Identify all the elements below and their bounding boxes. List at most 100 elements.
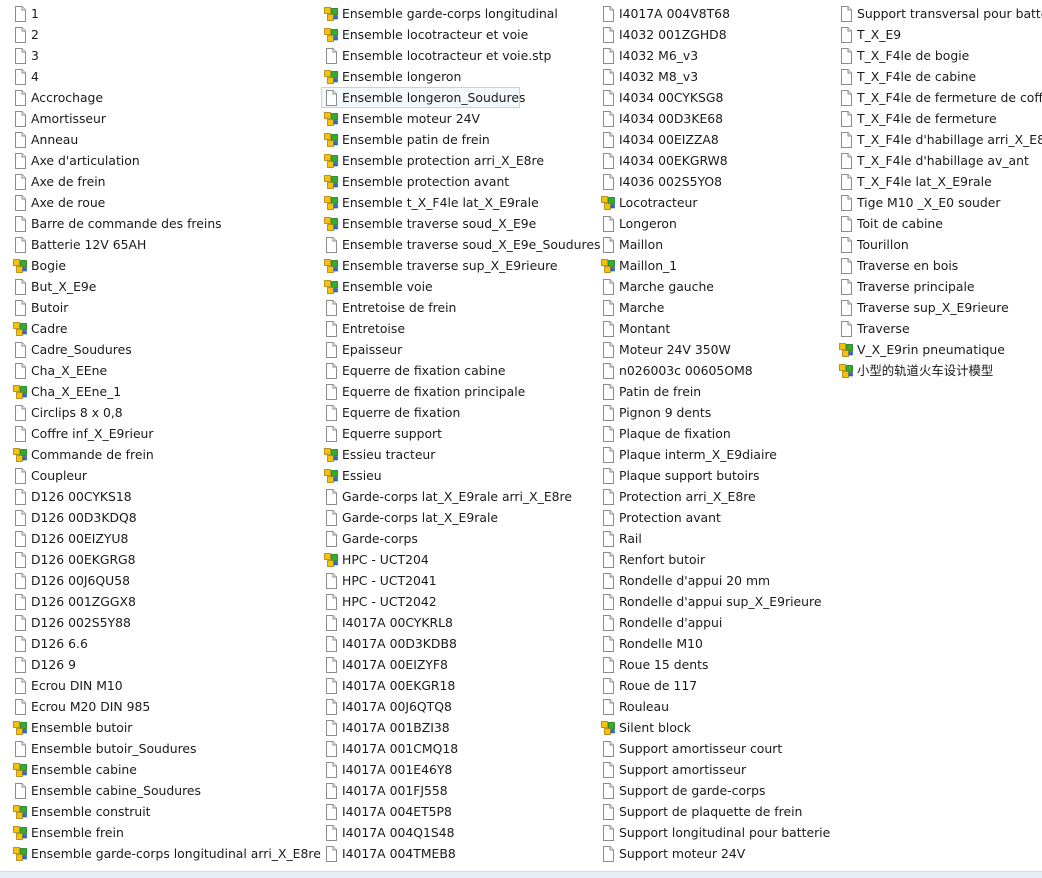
file-item[interactable]: Bogie <box>11 256 311 275</box>
file-item[interactable]: Barre de commande des freins <box>11 214 311 233</box>
file-item[interactable]: Toit de cabine <box>837 214 1042 233</box>
file-item[interactable]: 1 <box>11 4 311 23</box>
file-item[interactable]: Tige M10 _X_E0 souder <box>837 193 1042 212</box>
file-item[interactable]: T_X_F4le d'habillage arri_X_E8re <box>837 130 1042 149</box>
file-item[interactable]: Support amortisseur court <box>599 739 831 758</box>
file-item[interactable]: I4017A 001CMQ18 <box>322 739 592 758</box>
file-item[interactable]: I4017A 00D3KDB8 <box>322 634 592 653</box>
file-item[interactable]: Ecrou M20 DIN 985 <box>11 697 311 716</box>
file-item[interactable]: 3 <box>11 46 311 65</box>
file-item[interactable]: Support de garde-corps <box>599 781 831 800</box>
file-item[interactable]: D126 002S5Y88 <box>11 613 311 632</box>
file-item[interactable]: Ensemble garde-corps longitudinal arri_X… <box>11 844 321 863</box>
file-item[interactable]: Maillon <box>599 235 831 254</box>
file-item[interactable]: Plaque support butoirs <box>599 466 831 485</box>
file-item[interactable]: Montant <box>599 319 831 338</box>
file-item[interactable]: Ensemble construit <box>11 802 311 821</box>
file-item[interactable]: D126 00CYKS18 <box>11 487 311 506</box>
file-item[interactable]: T_X_F4le d'habillage av_ant <box>837 151 1042 170</box>
file-item[interactable]: Ensemble locotracteur et voie <box>322 25 592 44</box>
file-item[interactable]: I4034 00CYKSG8 <box>599 88 831 107</box>
file-item[interactable]: Ensemble moteur 24V <box>322 109 592 128</box>
file-item[interactable]: Rouleau <box>599 697 831 716</box>
file-item[interactable]: HPC - UCT204 <box>322 550 592 569</box>
file-item[interactable]: But_X_E9e <box>11 277 311 296</box>
file-item[interactable]: Axe de frein <box>11 172 311 191</box>
file-item[interactable]: Marche gauche <box>599 277 831 296</box>
file-item[interactable]: Support transversal pour batterie <box>837 4 1042 23</box>
file-item[interactable]: Ensemble voie <box>322 277 592 296</box>
file-item[interactable]: T_X_F4le de fermeture de coffre <box>837 88 1042 107</box>
file-item[interactable]: I4017A 00CYKRL8 <box>322 613 592 632</box>
file-item[interactable]: D126 00D3KDQ8 <box>11 508 311 527</box>
file-item[interactable]: Traverse <box>837 319 1042 338</box>
file-item[interactable]: I4034 00D3KE68 <box>599 109 831 128</box>
file-item[interactable]: T_X_F4le de cabine <box>837 67 1042 86</box>
file-item[interactable]: Commande de frein <box>11 445 311 464</box>
file-item[interactable]: Ensemble frein <box>11 823 311 842</box>
file-item[interactable]: Plaque de fixation <box>599 424 831 443</box>
file-item[interactable]: Ensemble traverse soud_X_E9e <box>322 214 592 233</box>
file-item[interactable]: n026003c 00605OM8 <box>599 361 831 380</box>
file-item[interactable]: Axe de roue <box>11 193 311 212</box>
file-item[interactable]: Traverse sup_X_E9rieure <box>837 298 1042 317</box>
file-item[interactable]: Rondelle d'appui sup_X_E9rieure <box>599 592 831 611</box>
file-item[interactable]: Tourillon <box>837 235 1042 254</box>
file-item[interactable]: Support moteur 24V <box>599 844 831 863</box>
file-item[interactable]: Circlips 8 x 0,8 <box>11 403 311 422</box>
file-item[interactable]: Ensemble cabine <box>11 760 311 779</box>
file-item[interactable]: Ecrou DIN M10 <box>11 676 311 695</box>
file-item[interactable]: Anneau <box>11 130 311 149</box>
file-item[interactable]: Support de plaquette de frein <box>599 802 831 821</box>
file-item[interactable]: I4017A 004ET5P8 <box>322 802 592 821</box>
file-item[interactable]: Longeron <box>599 214 831 233</box>
file-item[interactable]: D126 00EIZYU8 <box>11 529 311 548</box>
file-item[interactable]: I4017A 004Q1S48 <box>322 823 592 842</box>
file-item[interactable]: Batterie 12V 65AH <box>11 235 311 254</box>
file-list-pane[interactable]: 1 2 3 4 Accrochage Amortisseur Anneau Axe d'art… <box>0 0 1042 872</box>
file-item[interactable]: I4032 M8_v3 <box>599 67 831 86</box>
file-item[interactable]: 2 <box>11 25 311 44</box>
file-item[interactable]: I4034 00EIZZA8 <box>599 130 831 149</box>
file-item[interactable]: Cha_X_EEne_1 <box>11 382 311 401</box>
file-item[interactable]: HPC - UCT2042 <box>322 592 592 611</box>
file-item[interactable]: Ensemble t_X_F4le lat_X_E9rale <box>322 193 592 212</box>
file-item[interactable]: T_X_F4le de fermeture <box>837 109 1042 128</box>
file-item[interactable]: Roue de 117 <box>599 676 831 695</box>
file-item[interactable]: Protection avant <box>599 508 831 527</box>
file-item[interactable]: Ensemble longeron <box>322 67 592 86</box>
file-item[interactable]: Epaisseur <box>322 340 592 359</box>
file-item[interactable]: Equerre de fixation cabine <box>322 361 592 380</box>
file-item[interactable]: Accrochage <box>11 88 311 107</box>
file-item[interactable]: D126 00EKGRG8 <box>11 550 311 569</box>
file-item[interactable]: Butoir <box>11 298 311 317</box>
file-item[interactable]: Cadre <box>11 319 311 338</box>
file-item[interactable]: Essieu tracteur <box>322 445 592 464</box>
file-item[interactable]: Ensemble patin de frein <box>322 130 592 149</box>
file-item[interactable]: Ensemble garde-corps longitudinal <box>322 4 592 23</box>
file-item[interactable]: 小型的轨道火车设计模型 <box>837 361 1042 380</box>
file-item[interactable]: D126 001ZGGX8 <box>11 592 311 611</box>
file-item[interactable]: Ensemble protection arri_X_E8re <box>322 151 592 170</box>
file-item[interactable]: I4017A 001BZI38 <box>322 718 592 737</box>
file-item[interactable]: D126 9 <box>11 655 311 674</box>
file-item[interactable]: Ensemble locotracteur et voie.stp <box>322 46 592 65</box>
file-item[interactable]: Support amortisseur <box>599 760 831 779</box>
file-item[interactable]: I4017A 001FJ558 <box>322 781 592 800</box>
file-item[interactable]: I4017A 004V8T68 <box>599 4 831 23</box>
file-item[interactable]: 4 <box>11 67 311 86</box>
file-item[interactable]: I4032 001ZGHD8 <box>599 25 831 44</box>
file-item[interactable]: I4017A 004TMEB8 <box>322 844 592 863</box>
file-item[interactable]: Locotracteur <box>599 193 831 212</box>
file-item[interactable]: D126 00J6QU58 <box>11 571 311 590</box>
file-item[interactable]: Axe d'articulation <box>11 151 311 170</box>
file-item[interactable]: Plaque interm_X_E9diaire <box>599 445 831 464</box>
file-item[interactable]: Ensemble butoir <box>11 718 311 737</box>
file-item[interactable]: Amortisseur <box>11 109 311 128</box>
file-item[interactable]: Cha_X_EEne <box>11 361 311 380</box>
file-item[interactable]: I4017A 00EKGR18 <box>322 676 592 695</box>
file-item[interactable]: Equerre support <box>322 424 592 443</box>
file-item[interactable]: I4017A 001E46Y8 <box>322 760 592 779</box>
file-item[interactable]: Renfort butoir <box>599 550 831 569</box>
file-item[interactable]: Essieu <box>322 466 592 485</box>
